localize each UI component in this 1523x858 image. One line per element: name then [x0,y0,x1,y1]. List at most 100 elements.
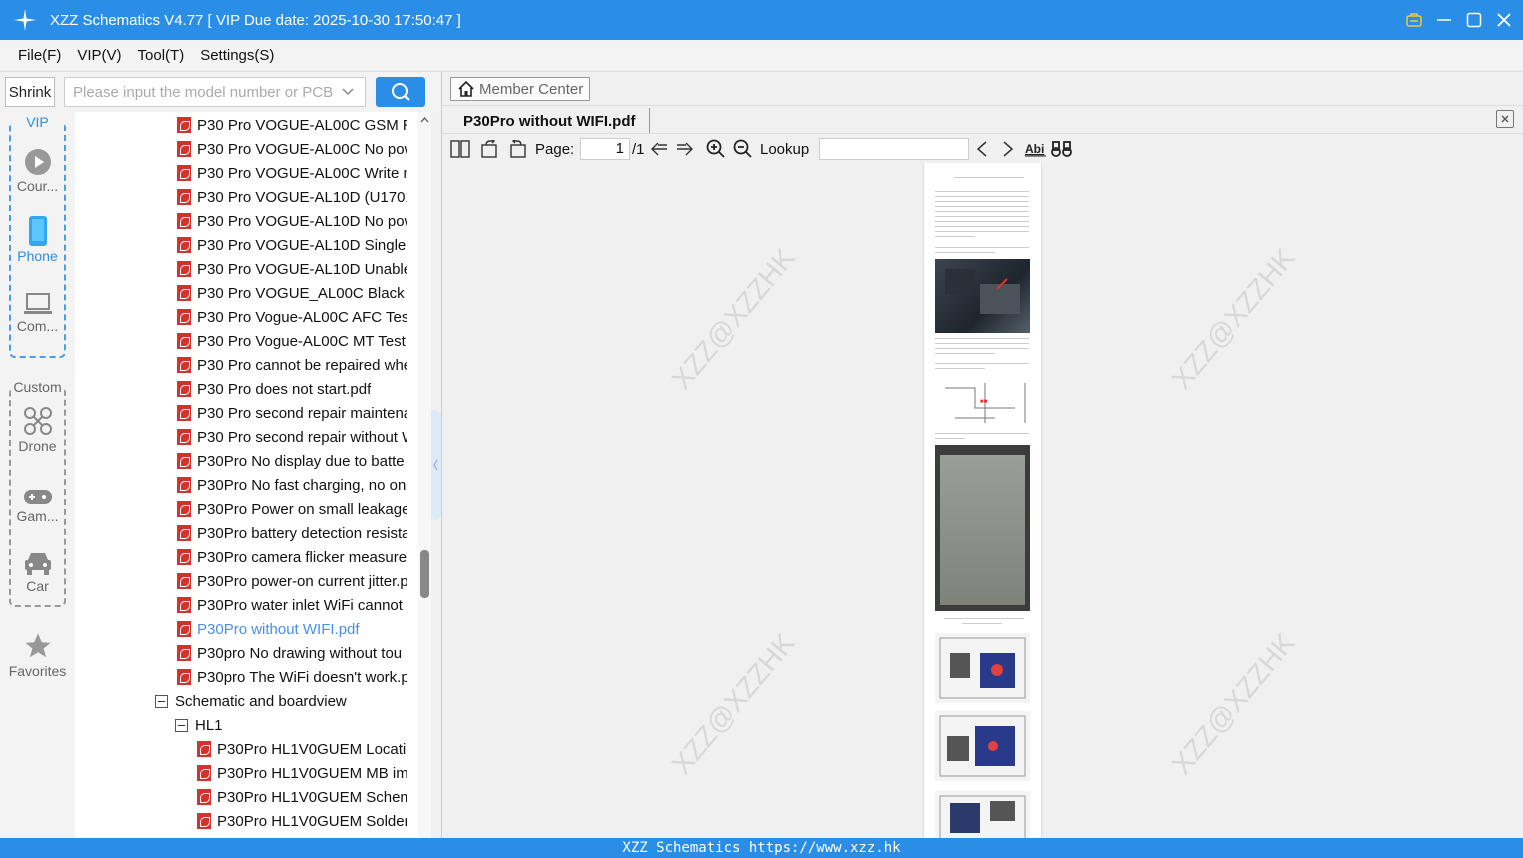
page-number-input[interactable]: 1 [580,138,630,160]
chevron-down-icon[interactable] [341,84,355,102]
find-prev-icon[interactable] [974,138,990,160]
find-next-icon[interactable] [1000,138,1016,160]
tree-file-item[interactable]: P30 Pro VOGUE_AL00C Black scr [177,281,407,305]
tree-file-item[interactable]: P30pro The WiFi doesn't work.p [177,665,407,689]
collapse-toggle-icon[interactable] [175,718,188,732]
pdf-file-icon [177,357,191,373]
tree-file-item[interactable]: P30 Pro VOGUE-AL10D (U1701 f [177,185,407,209]
tree-file-item[interactable]: P30 Pro VOGUE-AL00C GSM Rea [177,113,407,137]
tree-scrollbar[interactable] [418,112,431,838]
menu-settings[interactable]: Settings(S) [200,47,274,64]
tree-file-item[interactable]: P30Pro No display due to batte [177,449,407,473]
category-computer[interactable]: Com... [0,284,75,334]
two-page-icon[interactable] [450,138,470,160]
gamepad-icon [0,474,75,506]
tree-file-item[interactable]: P30 Pro second repair maintena [177,401,407,425]
board-diagram [935,633,1030,703]
drone-icon [0,404,75,436]
document-pane: Member Center P30Pro without WIFI.pdf Pa… [441,72,1523,838]
tree-file-item[interactable]: P30 Pro cannot be repaired whe [177,353,407,377]
vip-group-label: VIP [11,114,64,130]
tree-folder-hl1[interactable]: HL1 [175,713,223,737]
shrink-button[interactable]: Shrink [5,77,55,107]
tree-file-item[interactable]: P30 Pro Vogue-AL00C AFC Test [177,305,407,329]
tree-file-item[interactable]: P30Pro HL1V0GUEM Locatio [197,737,407,761]
title-bar: XZZ Schematics V4.77 [ VIP Due date: 202… [0,0,1523,40]
pdf-file-icon [177,189,191,205]
tree-file-label: P30 Pro VOGUE-AL00C GSM Rea [197,116,407,134]
maximize-icon[interactable] [1465,11,1483,29]
app-logo-icon [0,0,50,40]
tree-file-item[interactable]: P30 Pro second repair without W [177,425,407,449]
lookup-label: Lookup [760,140,810,158]
schematic-snippet: ■■ [935,378,1030,428]
pdf-file-icon [197,813,211,829]
tree-folder-schematic[interactable]: Schematic and boardview [155,689,347,713]
tree-file-item[interactable]: P30Pro without WIFI.pdf [177,617,407,641]
watermark: XZZ@XZZHK [1165,627,1301,780]
tree-file-label: P30 Pro VOGUE-AL10D No powe [197,212,407,230]
category-courses[interactable]: Cour... [0,144,75,194]
search-button[interactable] [376,77,425,107]
pdf-file-icon [177,333,191,349]
tree-file-item[interactable]: P30Pro battery detection resista [177,521,407,545]
tree-file-item[interactable]: P30 Pro VOGUE-AL00C No powe [177,137,407,161]
tree-file-item[interactable]: P30pro No drawing without tou [177,641,407,665]
zoom-out-icon[interactable] [733,138,753,160]
pdf-viewer[interactable]: XZZ@XZZHK XZZ@XZZHK XZZ@XZZHK XZZ@XZZHK [442,163,1523,838]
tree-file-item[interactable]: P30Pro HL1V0GUEM MB ima [197,761,407,785]
tree-file-label: P30 Pro VOGUE-AL00C No powe [197,140,407,158]
tree-file-item[interactable]: P30Pro HL1V0GUEM Solder . [197,809,407,833]
tree-file-label: P30Pro No display due to batte [197,452,405,470]
minimize-icon[interactable] [1435,11,1453,29]
tree-file-item[interactable]: P30 Pro VOGUE-AL00C Write nu [177,161,407,185]
tree-file-item[interactable]: P30Pro water inlet WiFi cannot [177,593,407,617]
tree-file-item[interactable]: P30 Pro VOGUE-AL10D Unable t [177,257,407,281]
vip-badge-icon[interactable] [1405,11,1423,29]
sidebar-collapse-handle[interactable] [431,410,441,520]
pdf-file-icon [177,117,191,133]
category-car[interactable]: Car [0,544,75,594]
scroll-up-icon[interactable] [418,114,431,126]
prev-arrow-icon[interactable] [649,138,669,160]
category-drone[interactable]: Drone [0,404,75,454]
tree-file-item[interactable]: P30 Pro VOGUE-AL10D Single s [177,233,407,257]
search-input[interactable]: Please input the model number or PCB [64,77,366,107]
next-arrow-icon[interactable] [675,138,695,160]
category-phone[interactable]: Phone [0,214,75,264]
binoculars-icon[interactable] [1051,138,1073,160]
pdf-file-icon [177,261,191,277]
tree-file-item[interactable]: P30 Pro VOGUE-AL10D No powe [177,209,407,233]
tree-file-item[interactable]: P30Pro power-on current jitter.p [177,569,407,593]
category-game[interactable]: Gam... [0,474,75,524]
close-tab-icon[interactable] [1496,110,1514,128]
tree-file-item[interactable]: P30Pro No fast charging, no on [177,473,407,497]
menu-tool[interactable]: Tool(T) [138,47,185,64]
tree-file-item[interactable]: P30 Pro Vogue-AL00C MT Test f [177,329,407,353]
category-rail: VIP Cour... Phone Com... Custom Drone Ga… [0,112,75,838]
tree-file-item[interactable]: P30Pro HL1V0GUEM Schema [197,785,407,809]
tree-file-item[interactable]: P30Pro camera flicker measurer [177,545,407,569]
pdf-file-icon [177,573,191,589]
zoom-in-icon[interactable] [706,138,726,160]
tree-file-item[interactable]: P30Pro Power on small leakage [177,497,407,521]
member-center-button[interactable]: Member Center [450,77,591,101]
home-icon [458,80,474,97]
match-case-icon[interactable]: Abi [1025,138,1047,160]
collapse-toggle-icon[interactable] [155,694,168,708]
tree-file-label: P30Pro No fast charging, no on [197,476,407,494]
rotate-left-icon[interactable] [480,138,500,160]
menu-vip[interactable]: VIP(V) [77,47,121,64]
rotate-right-icon[interactable] [507,138,527,160]
tab-document[interactable]: P30Pro without WIFI.pdf [450,108,650,134]
menu-file[interactable]: File(F) [18,47,61,64]
close-icon[interactable] [1495,11,1513,29]
pdf-file-icon [177,549,191,565]
lookup-input[interactable] [819,138,969,160]
board-diagram [935,711,1030,781]
chevron-left-icon [433,459,438,471]
tree-file-item[interactable]: P30 Pro does not start.pdf [177,377,407,401]
category-favorites[interactable]: Favorites [0,629,75,679]
pdf-file-icon [197,765,211,781]
tree-scroll-thumb[interactable] [420,550,429,598]
